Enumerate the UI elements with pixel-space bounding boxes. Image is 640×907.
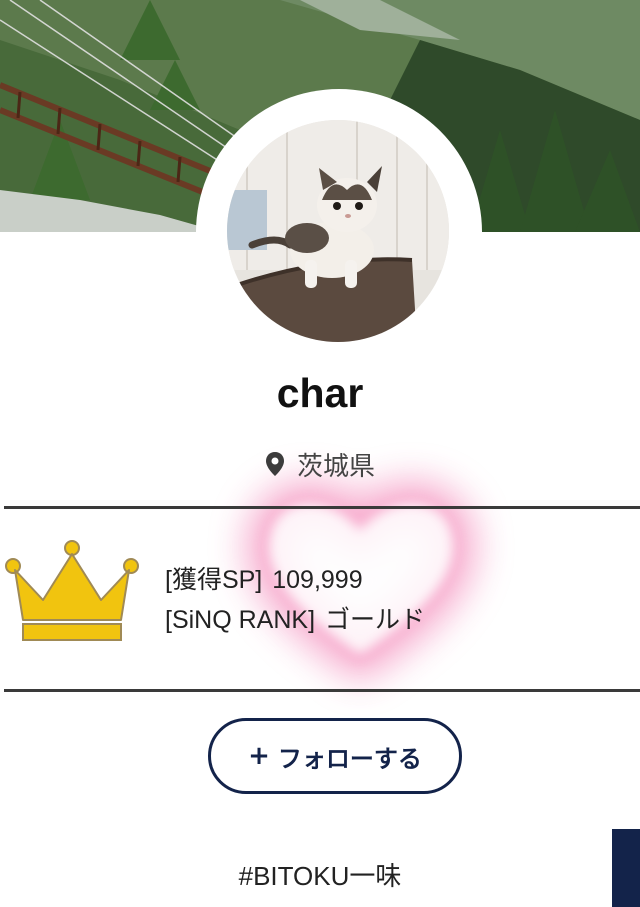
stat-sp: [獲得SP] 109,999 xyxy=(165,560,425,600)
sp-value: 109,999 xyxy=(272,566,363,594)
profile-location: 茨城県 xyxy=(0,444,640,484)
rank-label: [SiNQ RANK] xyxy=(165,606,316,634)
sp-label: [獲得SP] xyxy=(165,566,263,594)
side-tab[interactable] xyxy=(612,829,640,907)
profile-name: char xyxy=(276,370,364,416)
divider-bottom xyxy=(4,689,640,692)
location-text: 茨城県 xyxy=(296,451,375,482)
divider-top xyxy=(4,506,640,509)
map-pin-icon xyxy=(265,452,284,476)
rank-value: ゴールド xyxy=(325,606,426,634)
follow-button[interactable]: + フォローする xyxy=(208,718,462,794)
plus-icon: + xyxy=(248,741,270,771)
hashtag-link[interactable]: #BITOKU一味 xyxy=(0,856,640,896)
stats-block: [獲得SP] 109,999 [SiNQ RANK] ゴールド xyxy=(165,560,425,640)
avatar[interactable] xyxy=(227,120,449,342)
follow-label: フォローする xyxy=(277,744,422,773)
crown-icon xyxy=(5,540,139,641)
stat-rank: [SiNQ RANK] ゴールド xyxy=(165,600,425,640)
